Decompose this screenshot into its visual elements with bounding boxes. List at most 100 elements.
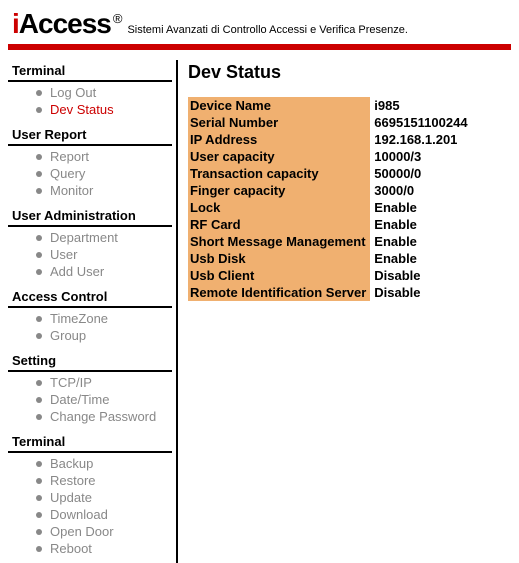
sidebar-item-label[interactable]: Backup [50,456,93,471]
sidebar-item[interactable]: Query [36,165,172,182]
sidebar-item[interactable]: Open Door [36,523,172,540]
tagline: Sistemi Avanzati di Controllo Accessi e … [127,24,407,36]
logo: iAccess® [12,8,121,40]
status-label: Remote Identification Server [188,284,370,301]
status-value: 3000/0 [370,182,471,199]
sidebar-section-header: Setting [8,350,172,372]
table-row: Transaction capacity50000/0 [188,165,472,182]
bullet-icon [36,495,42,501]
sidebar-item[interactable]: TCP/IP [36,374,172,391]
sidebar-item[interactable]: Dev Status [36,101,172,118]
table-row: IP Address192.168.1.201 [188,131,472,148]
logo-reg: ® [113,11,122,26]
bullet-icon [36,154,42,160]
sidebar-item[interactable]: Download [36,506,172,523]
sidebar-section-items: Department User Add User [8,227,172,286]
bullet-icon [36,333,42,339]
sidebar-item-label[interactable]: Report [50,149,89,164]
table-row: RF CardEnable [188,216,472,233]
bullet-icon [36,461,42,467]
bullet-icon [36,316,42,322]
logo-i: i [12,8,19,39]
sidebar-section-header: Terminal [8,60,172,82]
sidebar-item[interactable]: Monitor [36,182,172,199]
sidebar-item-label[interactable]: Query [50,166,85,181]
bullet-icon [36,252,42,258]
table-row: Device Namei985 [188,97,472,114]
sidebar-item-label[interactable]: TCP/IP [50,375,92,390]
logo-rest: Access [19,8,111,39]
bullet-icon [36,188,42,194]
bullet-icon [36,478,42,484]
sidebar-section-items: TimeZone Group [8,308,172,350]
sidebar-item[interactable]: Report [36,148,172,165]
sidebar-item[interactable]: Reboot [36,540,172,557]
sidebar-section-header: Terminal [8,431,172,453]
sidebar-item[interactable]: Restore [36,472,172,489]
bullet-icon [36,90,42,96]
sidebar-item-label[interactable]: Log Out [50,85,96,100]
sidebar-section-header: User Report [8,124,172,146]
status-label: Transaction capacity [188,165,370,182]
status-label: Serial Number [188,114,370,131]
status-value: Disable [370,284,471,301]
sidebar-item-label[interactable]: Dev Status [50,102,114,117]
status-value: Enable [370,233,471,250]
status-value: 6695151100244 [370,114,471,131]
sidebar-item[interactable]: Department [36,229,172,246]
status-label: Usb Client [188,267,370,284]
table-row: Serial Number6695151100244 [188,114,472,131]
bullet-icon [36,529,42,535]
sidebar-item[interactable]: Update [36,489,172,506]
sidebar-item-label[interactable]: Open Door [50,524,114,539]
table-row: Usb DiskEnable [188,250,472,267]
status-label: User capacity [188,148,370,165]
bullet-icon [36,380,42,386]
table-row: Short Message ManagementEnable [188,233,472,250]
bullet-icon [36,414,42,420]
bullet-icon [36,397,42,403]
sidebar-item-label[interactable]: Add User [50,264,104,279]
sidebar-section-items: Backup Restore UpdateDownloadOpen Door Rebo… [8,453,172,563]
sidebar-item[interactable]: Log Out [36,84,172,101]
sidebar-section-header: User Administration [8,205,172,227]
status-label: Lock [188,199,370,216]
status-value: Disable [370,267,471,284]
sidebar-item-label[interactable]: Group [50,328,86,343]
status-label: Finger capacity [188,182,370,199]
sidebar-item-label[interactable]: User [50,247,77,262]
sidebar-item[interactable]: User [36,246,172,263]
status-label: IP Address [188,131,370,148]
table-row: Usb ClientDisable [188,267,472,284]
sidebar-item[interactable]: Date/Time [36,391,172,408]
sidebar-item[interactable]: Change Password [36,408,172,425]
bullet-icon [36,269,42,275]
status-label: RF Card [188,216,370,233]
sidebar-section-items: TCP/IP Date/Time Change Password [8,372,172,431]
sidebar-section-header: Access Control [8,286,172,308]
status-value: Enable [370,199,471,216]
sidebar-item-label[interactable]: TimeZone [50,311,108,326]
content: Terminal Log Out Dev Status User Report Repo… [0,60,519,563]
bullet-icon [36,512,42,518]
header: iAccess® Sistemi Avanzati di Controllo A… [0,0,519,44]
sidebar-item-label[interactable]: Update [50,490,92,505]
sidebar-item-label[interactable]: Reboot [50,541,92,556]
sidebar-item[interactable]: Backup [36,455,172,472]
sidebar-item-label[interactable]: Department [50,230,118,245]
status-value: 50000/0 [370,165,471,182]
sidebar-item-label[interactable]: Date/Time [50,392,109,407]
sidebar-item[interactable]: Group [36,327,172,344]
sidebar-item[interactable]: Add User [36,263,172,280]
status-value: Enable [370,250,471,267]
sidebar-item-label[interactable]: Restore [50,473,96,488]
bullet-icon [36,235,42,241]
sidebar-item[interactable]: TimeZone [36,310,172,327]
status-value: 10000/3 [370,148,471,165]
status-value: 192.168.1.201 [370,131,471,148]
bullet-icon [36,546,42,552]
sidebar-item-label[interactable]: Change Password [50,409,156,424]
sidebar: Terminal Log Out Dev Status User Report Repo… [0,60,178,563]
table-row: User capacity10000/3 [188,148,472,165]
sidebar-item-label[interactable]: Monitor [50,183,93,198]
